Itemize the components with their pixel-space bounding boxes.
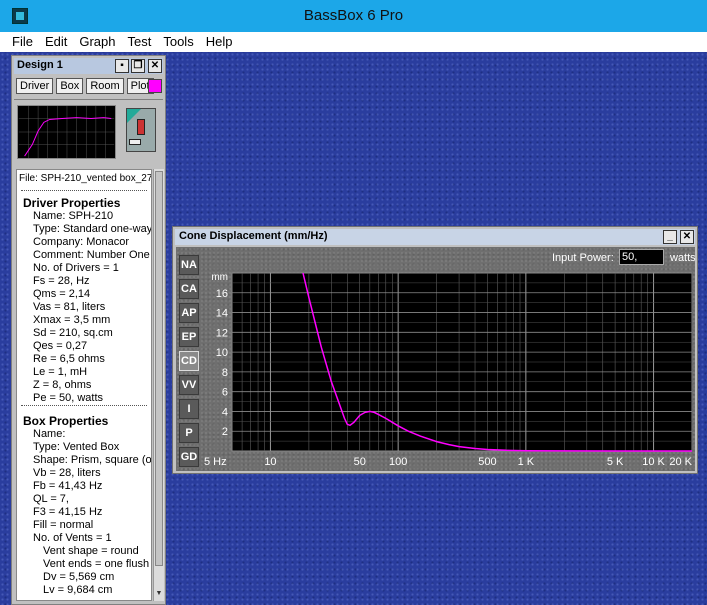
driver-property-line: Type: Standard one-way d bbox=[33, 223, 152, 235]
title-bar: BassBox 6 Pro bbox=[0, 0, 707, 32]
box-property-line: Vb = 28, liters bbox=[33, 467, 101, 479]
driver-property-line: No. of Drivers = 1 bbox=[33, 262, 119, 274]
driver-property-line: Sd = 210, sq.cm bbox=[33, 327, 113, 339]
box-property-line: Dv = 5,569 cm bbox=[43, 571, 115, 583]
tab-room[interactable]: Room bbox=[86, 78, 124, 94]
box-property-line: Fb = 41,43 Hz bbox=[33, 480, 103, 492]
response-thumbnail[interactable] bbox=[17, 105, 116, 159]
box-icon[interactable] bbox=[126, 108, 156, 152]
y-axis-unit: mm bbox=[211, 272, 228, 283]
minimize-icon[interactable]: _ bbox=[663, 230, 677, 244]
cone-displacement-chart: 2 4 6 8 10 12 14 16 mm 5 Hz 10 50 100 500 1 K 5 K 10 K 20… bbox=[204, 272, 692, 467]
input-power-field[interactable] bbox=[619, 249, 664, 265]
plot-color-swatch[interactable] bbox=[148, 79, 162, 93]
x-tick-label: 5 Hz bbox=[204, 456, 227, 467]
dotted-separator bbox=[21, 405, 147, 406]
menu-tools[interactable]: Tools bbox=[157, 32, 199, 52]
file-name: File: SPH-210_vented box_27( bbox=[19, 173, 152, 184]
graph-window: Cone Displacement (mm/Hz) _ ✕ NA CA AP EP CD… bbox=[172, 226, 698, 474]
design-tabs: Driver Box Room Plot bbox=[16, 78, 154, 94]
menu-edit[interactable]: Edit bbox=[39, 32, 73, 52]
properties-pane: File: SPH-210_vented box_27( Driver Prop… bbox=[16, 169, 152, 601]
tab-box[interactable]: Box bbox=[56, 78, 84, 94]
driver-property-line: Comment: Number One S bbox=[33, 249, 152, 261]
design-title: Design 1 bbox=[17, 59, 63, 71]
y-tick-label: 6 bbox=[222, 387, 228, 399]
graph-title: Cone Displacement (mm/Hz) bbox=[179, 230, 328, 242]
design-panel: Design 1 ▪ ❐ ✕ Driver Box Room Plot File… bbox=[11, 55, 166, 605]
box-property-line: QL = 7, bbox=[33, 493, 69, 505]
box-property-line: Name: bbox=[33, 428, 66, 440]
box-property-line: Vent ends = one flush bbox=[43, 558, 150, 570]
box-properties-heading: Box Properties bbox=[23, 414, 109, 428]
graph-button-cd[interactable]: CD bbox=[179, 351, 199, 371]
x-tick-label: 10 K bbox=[642, 456, 665, 467]
graph-button-i[interactable]: I bbox=[179, 399, 199, 419]
menu-graph[interactable]: Graph bbox=[73, 32, 121, 52]
copy-icon[interactable]: ❐ bbox=[131, 59, 145, 73]
x-tick-label: 50 bbox=[354, 456, 366, 467]
box-property-line: Vent shape = round bbox=[43, 545, 139, 557]
driver-property-line: Name: SPH-210 bbox=[33, 210, 114, 222]
box-property-line: No. of Vents = 1 bbox=[33, 532, 112, 544]
graph-button-vv[interactable]: VV bbox=[179, 375, 199, 395]
driver-property-line: Xmax = 3,5 mm bbox=[33, 314, 111, 326]
y-tick-label: 12 bbox=[216, 327, 228, 339]
driver-property-line: Fs = 28, Hz bbox=[33, 275, 90, 287]
graph-button-p[interactable]: P bbox=[179, 423, 199, 443]
box-property-line: F3 = 41,15 Hz bbox=[33, 506, 103, 518]
input-power-label: Input Power: bbox=[552, 252, 614, 264]
app-title: BassBox 6 Pro bbox=[303, 7, 404, 24]
scroll-thumb[interactable] bbox=[155, 171, 163, 566]
menu-file[interactable]: File bbox=[6, 32, 39, 52]
tab-driver[interactable]: Driver bbox=[16, 78, 54, 94]
properties-scrollbar[interactable]: ▼ bbox=[153, 169, 164, 601]
graph-button-na[interactable]: NA bbox=[179, 255, 199, 275]
y-tick-label: 4 bbox=[222, 406, 228, 418]
y-tick-label: 16 bbox=[216, 288, 228, 300]
x-tick-label: 5 K bbox=[607, 456, 624, 467]
x-tick-label: 100 bbox=[389, 456, 407, 467]
dotted-separator bbox=[21, 190, 147, 191]
close-icon[interactable]: ✕ bbox=[148, 59, 162, 73]
driver-property-line: Vas = 81, liters bbox=[33, 301, 106, 313]
graph-body: NA CA AP EP CD VV IP GD Input Power: watts 2 4 6 8… bbox=[176, 247, 696, 471]
graph-titlebar: Cone Displacement (mm/Hz) _ ✕ bbox=[175, 229, 695, 245]
menu-bar: File Edit Graph Test Tools Help bbox=[0, 32, 707, 52]
driver-property-line: Pe = 50, watts bbox=[33, 392, 104, 404]
driver-property-line: Re = 6,5 ohms bbox=[33, 353, 105, 365]
input-power-unit: watts bbox=[670, 252, 696, 264]
x-tick-label: 10 bbox=[264, 456, 276, 467]
box-property-line: Type: Vented Box bbox=[33, 441, 120, 453]
graph-button-ap[interactable]: AP bbox=[179, 303, 199, 323]
x-tick-label: 1 K bbox=[518, 456, 535, 467]
design-header: Design 1 ▪ ❐ ✕ bbox=[14, 58, 163, 74]
close-icon[interactable]: ✕ bbox=[680, 230, 694, 244]
y-tick-label: 2 bbox=[222, 426, 228, 438]
scroll-down-icon[interactable]: ▼ bbox=[154, 589, 164, 599]
box-property-line: Shape: Prism, square (opt bbox=[33, 454, 152, 466]
y-tick-label: 10 bbox=[216, 347, 228, 359]
y-tick-label: 14 bbox=[216, 308, 228, 320]
menu-help[interactable]: Help bbox=[200, 32, 239, 52]
driver-property-line: Qms = 2,14 bbox=[33, 288, 91, 300]
divider bbox=[14, 99, 163, 100]
driver-property-line: Le = 1, mH bbox=[33, 366, 88, 378]
menu-test[interactable]: Test bbox=[122, 32, 158, 52]
graph-button-gd[interactable]: GD bbox=[179, 447, 199, 467]
graph-button-ca[interactable]: CA bbox=[179, 279, 199, 299]
driver-properties-heading: Driver Properties bbox=[23, 196, 121, 210]
driver-property-line: Qes = 0,27 bbox=[33, 340, 88, 352]
box-property-line: Fill = normal bbox=[33, 519, 94, 531]
driver-property-line: Z = 8, ohms bbox=[33, 379, 92, 391]
box-property-line: Lv = 9,684 cm bbox=[43, 584, 113, 596]
save-icon[interactable]: ▪ bbox=[115, 59, 129, 73]
x-tick-label: 20 K bbox=[669, 456, 692, 467]
x-tick-label: 500 bbox=[478, 456, 496, 467]
y-tick-label: 8 bbox=[222, 367, 228, 379]
driver-property-line: Company: Monacor bbox=[33, 236, 129, 248]
graph-button-ep[interactable]: EP bbox=[179, 327, 199, 347]
